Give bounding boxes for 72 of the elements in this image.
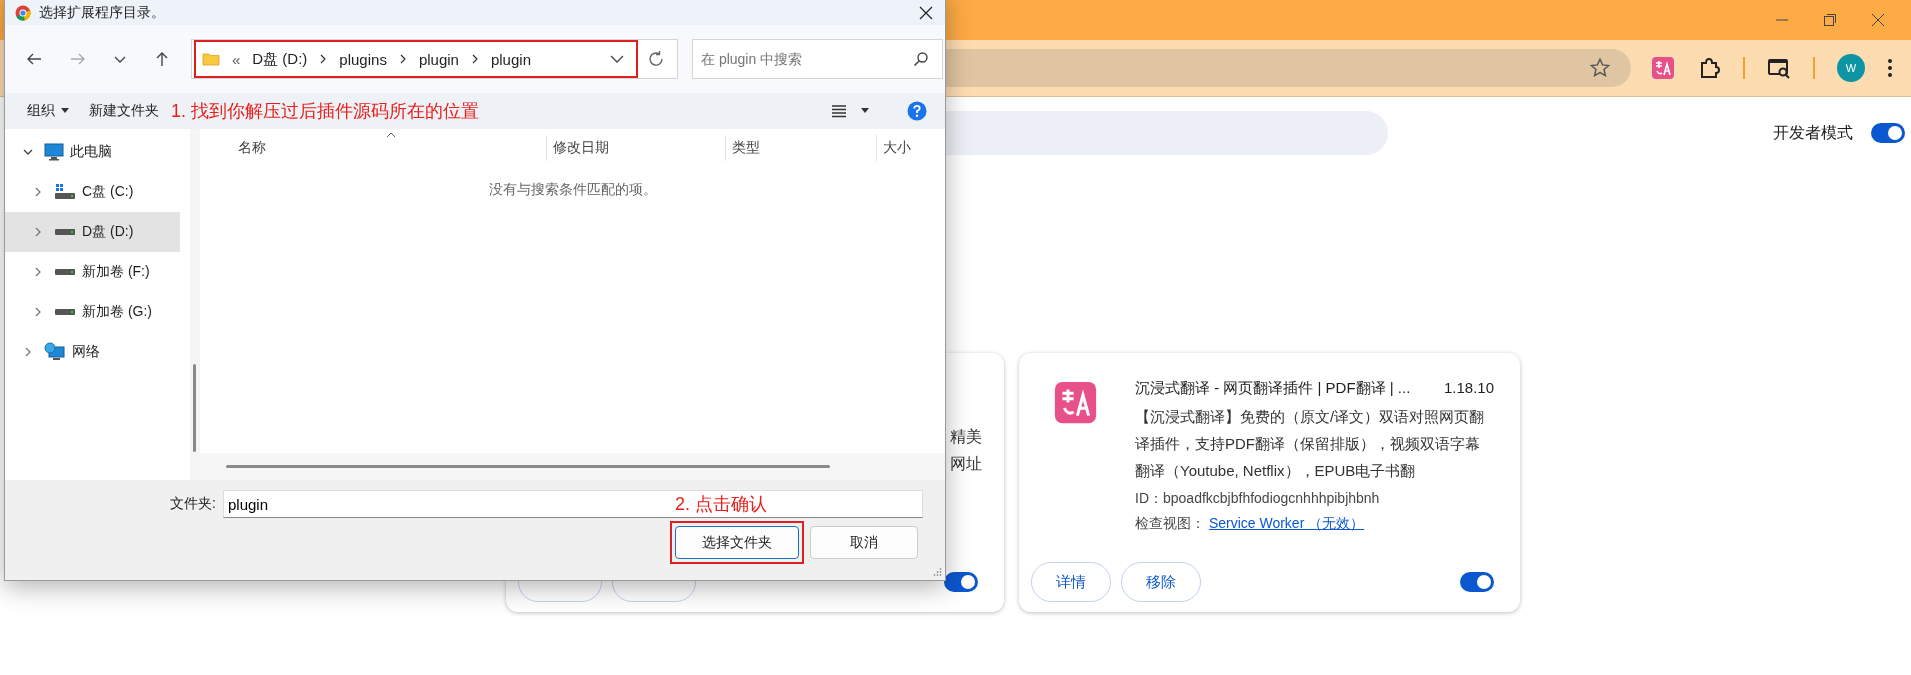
folder-label: 文件夹: [169,495,217,513]
scrollbar-thumb[interactable] [193,364,196,452]
version-number: 1.18.10 [1443,378,1494,398]
close-icon[interactable] [919,6,933,20]
caret-icon[interactable] [61,108,69,114]
toggle-switch[interactable] [1460,572,1494,592]
extension-id: ID：bpoadfkcbjbfhfodiogcnhhhpibjhbnh [1135,489,1381,508]
tree-item[interactable]: D盘 (D:) [5,212,180,252]
select-folder-button[interactable]: 选择文件夹 [675,526,799,559]
extension-title: 沉浸式翻译 - 网页翻译插件 | PDF翻译 | ... [1135,378,1411,398]
computer-icon [44,143,64,161]
tree-item[interactable]: C盘 (C:) [5,172,180,212]
tree-item[interactable]: 新加卷 (G:) [5,292,180,332]
annotation-text: 1. 找到你解压过后插件源码所在的位置 [171,100,479,123]
breadcrumb-item[interactable]: plugin [418,50,459,68]
cancel-button[interactable]: 取消 [810,526,918,559]
search-icon [913,51,929,67]
caret-icon[interactable] [861,108,869,114]
card-button[interactable]: 详情 [1031,562,1111,602]
network-icon [44,342,66,362]
tree-label: 新加卷 (F:) [82,263,150,281]
overflow-chevrons[interactable]: « [232,50,241,68]
chevron-right-icon[interactable] [319,54,328,64]
annotation-text: 2. 点击确认 [675,493,767,516]
new-folder-button[interactable]: 新建文件夹 [89,102,165,120]
translate-extension-icon[interactable] [1651,56,1675,80]
folder-icon [202,52,220,66]
drive-icon [54,183,76,201]
search-field[interactable]: 在 plugin 中搜索 [692,39,943,79]
translate-extension-icon [1053,380,1098,425]
chevron-down-icon[interactable] [23,147,33,157]
tree-label: D盘 (D:) [82,223,134,241]
maximize-icon[interactable] [1823,13,1837,27]
chevron-right-icon[interactable] [470,54,479,64]
description-text: 精美 [950,427,982,447]
empty-message: 没有与搜索条件匹配的项。 [487,181,658,199]
tree-item[interactable]: 新加卷 (F:) [5,252,180,292]
scrollbar-thumb[interactable] [226,465,830,468]
chevron-right-icon[interactable] [398,54,407,64]
list-view-icon[interactable] [831,104,847,118]
resize-grip-icon[interactable] [932,567,942,577]
dialog-title: 选择扩展程序目录。 [39,4,165,22]
tree-item[interactable]: 网络 [5,332,180,372]
profile-avatar[interactable]: W [1837,54,1865,82]
tree-label: 网络 [72,343,100,361]
extension-description: 【沉浸式翻译】免费的（原文/译文）双语对照网页翻译插件，支持PDF翻译（保留排版），视频双语字幕翻译（Youtube, Netflix），EPUB电子书翻 [1135,407,1485,481]
menu-icon[interactable] [1887,58,1893,78]
tree-label: 新加卷 (G:) [82,303,152,321]
column-header[interactable]: 修改日期 [547,135,726,161]
tree-label: C盘 (C:) [82,183,134,201]
column-header[interactable]: 名称 [200,135,547,161]
toggle-switch[interactable] [944,572,978,592]
refresh-icon[interactable] [647,50,665,68]
column-header[interactable]: 大小 [877,135,945,161]
sort-caret-icon [386,132,396,138]
tree-item[interactable]: 此电脑 [5,132,180,172]
description-text: 网址 [950,454,982,474]
breadcrumb-item[interactable]: plugins [339,50,387,68]
browser-logo-icon [15,5,31,21]
service-worker-link[interactable]: Service Worker （无效） [1208,515,1365,531]
organize-menu[interactable]: 组织 [27,102,61,120]
card-button[interactable]: 移除 [1121,562,1201,602]
star-icon[interactable] [1589,57,1611,79]
tree-label: 此电脑 [70,143,112,161]
screen-search-icon[interactable] [1767,56,1791,80]
toggle-switch[interactable] [1871,123,1905,143]
breadcrumb-item[interactable]: plugin [490,50,531,68]
help-icon[interactable] [907,101,927,121]
breadcrumb-item[interactable]: D盘 (D:) [252,49,308,69]
developer-mode-label: 开发者模式 [1773,122,1853,143]
inspect-views-label: 检查视图： [1135,515,1205,531]
column-header[interactable]: 类型 [726,135,877,161]
